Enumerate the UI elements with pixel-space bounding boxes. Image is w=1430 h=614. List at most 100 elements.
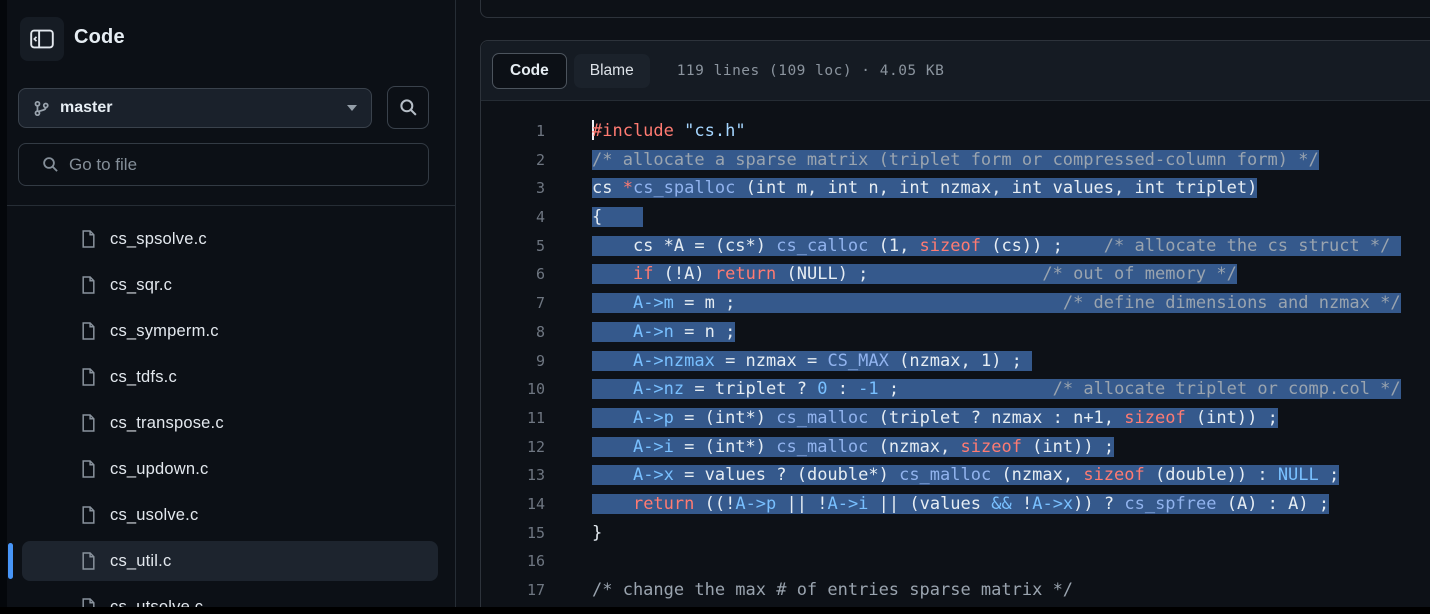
bottom-letterbox [0,607,1430,614]
go-to-file-input[interactable]: Go to file [18,143,429,186]
code-line: 5 cs *A = (cs*) cs_calloc (1, sizeof (cs… [481,232,1430,261]
left-edge-strip [0,0,7,614]
code-line-text[interactable]: A->m = m ; /* define dimensions and nzma… [545,289,1401,318]
code-line: 8 A->n = n ; [481,318,1430,347]
code-text: /* change the max # of entries sparse ma… [592,580,1073,600]
code-line-text[interactable]: } [545,519,602,548]
code-text: } [592,523,602,543]
sidebar-title: Code [74,26,125,49]
selected-code-text: A->i = (int*) cs_malloc (nzmax, sizeof (… [592,437,1114,457]
code-line-text[interactable]: cs *cs_spalloc (int m, int n, int nzmax,… [545,174,1257,203]
file-name: cs_usolve.c [110,506,198,525]
file-item[interactable]: cs_sqr.c [0,262,456,308]
file-tree: cs_spsolve.c cs_sqr.c cs_symperm.c cs_tdfs.… [0,216,456,614]
file-item[interactable]: cs_transpose.c [0,400,456,446]
code-line: 12 A->i = (int*) cs_malloc (nzmax, sizeo… [481,433,1430,462]
line-number[interactable]: 14 [481,490,545,519]
file-item[interactable]: cs_updown.c [0,446,456,492]
code-line: 13 A->x = values ? (double*) cs_malloc (… [481,461,1430,490]
file-item[interactable]: cs_usolve.c [0,492,456,538]
search-icon [42,156,59,173]
line-number[interactable]: 10 [481,375,545,404]
file-name: cs_sqr.c [110,276,172,295]
tab-code[interactable]: Code [492,53,567,89]
selected-code-text: A->nz = triplet ? 0 : -1 ; /* allocate t… [592,379,1401,399]
file-item[interactable]: cs_util.c [0,538,456,584]
code-viewer[interactable]: 1 #include "cs.h" 2 /* allocate a sparse ma… [481,101,1430,605]
line-number[interactable]: 6 [481,260,545,289]
line-number[interactable]: 8 [481,318,545,347]
selected-code-text: A->n = n ; [592,322,735,342]
line-number[interactable]: 11 [481,404,545,433]
file-icon [80,551,97,571]
selected-code-text: A->x = values ? (double*) cs_malloc (nzm… [592,465,1339,485]
code-line-text[interactable]: if (!A) return (NULL) ; /* out of memory… [545,260,1237,289]
file-item[interactable]: cs_symperm.c [0,308,456,354]
code-line-text[interactable]: A->x = values ? (double*) cs_malloc (nzm… [545,461,1339,490]
tab-blame[interactable]: Blame [574,54,650,88]
code-line-text[interactable]: A->n = n ; [545,318,735,347]
file-name: cs_transpose.c [110,414,224,433]
code-line-text[interactable]: A->i = (int*) cs_malloc (nzmax, sizeof (… [545,433,1114,462]
code-line: 15} [481,519,1430,548]
file-item[interactable]: cs_spsolve.c [0,216,456,262]
code-line: 3 cs *cs_spalloc (int m, int n, int nzmax… [481,174,1430,203]
line-number[interactable]: 12 [481,433,545,462]
sidebar-collapse-button[interactable] [20,17,64,61]
selected-code-text: A->p = (int*) cs_malloc (triplet ? nzmax… [592,408,1278,428]
line-number[interactable]: 17 [481,576,545,605]
file-icon [80,229,97,249]
code-line-text[interactable]: A->nz = triplet ? 0 : -1 ; /* allocate t… [545,375,1401,404]
code-line: 16 [481,547,1430,576]
code-line-text[interactable]: /* change the max # of entries sparse ma… [545,576,1073,605]
line-number[interactable]: 1 [481,117,545,146]
code-line-text[interactable]: return ((!A->p || !A->i || (values && !A… [545,490,1329,519]
main-content: Code Blame 119 lines (109 loc) · 4.05 KB… [457,0,1430,614]
line-number[interactable]: 13 [481,461,545,490]
code-line: 10 A->nz = triplet ? 0 : -1 ; /* allocat… [481,375,1430,404]
code-line-text[interactable]: cs *A = (cs*) cs_calloc (1, sizeof (cs))… [545,232,1401,261]
code-line-text[interactable]: #include "cs.h" [545,117,746,146]
file-icon [80,505,97,525]
commit-info-card-partial [480,0,1430,18]
line-number[interactable]: 3 [481,174,545,203]
selected-code-text: return ((!A->p || !A->i || (values && !A… [592,494,1329,514]
line-number[interactable]: 9 [481,347,545,376]
file-name: cs_tdfs.c [110,368,177,387]
file-icon [80,459,97,479]
line-number[interactable]: 16 [481,547,545,576]
go-to-file-placeholder: Go to file [69,155,137,175]
file-name: cs_spsolve.c [110,230,207,249]
panel-collapse-icon [30,29,54,49]
file-icon [80,413,97,433]
selected-code-text: cs *cs_spalloc (int m, int n, int nzmax,… [592,178,1257,198]
code-line-text[interactable]: A->nzmax = nzmax = CS_MAX (nzmax, 1) ; [545,347,1032,376]
selected-code-text: { [592,207,643,227]
code-line-text[interactable]: /* allocate a sparse matrix (triplet for… [545,146,1319,175]
file-item[interactable]: cs_tdfs.c [0,354,456,400]
file-meta: 119 lines (109 loc) · 4.05 KB [677,63,945,79]
file-name: cs_updown.c [110,460,209,479]
search-button[interactable] [387,86,429,129]
line-number[interactable]: 5 [481,232,545,261]
file-name: cs_util.c [110,552,171,571]
code-line: 9 A->nzmax = nzmax = CS_MAX (nzmax, 1) ; [481,347,1430,376]
branch-selector[interactable]: master [18,88,372,128]
search-icon [399,98,418,117]
code-line-text[interactable]: A->p = (int*) cs_malloc (triplet ? nzmax… [545,404,1278,433]
selected-code-text: /* allocate a sparse matrix (triplet for… [592,150,1319,170]
selected-code-text: A->nzmax = nzmax = CS_MAX (nzmax, 1) ; [592,351,1032,371]
code-line: 6 if (!A) return (NULL) ; /* out of memo… [481,260,1430,289]
chevron-down-icon [347,105,357,111]
file-icon [80,367,97,387]
line-number[interactable]: 2 [481,146,545,175]
file-name: cs_symperm.c [110,322,219,341]
line-number[interactable]: 7 [481,289,545,318]
line-number[interactable]: 4 [481,203,545,232]
code-line-text[interactable]: { [545,203,643,232]
code-text: #include "cs.h" [592,121,746,141]
selected-code-text: A->m = m ; /* define dimensions and nzma… [592,293,1401,313]
file-icon [80,321,97,341]
code-line-text[interactable] [545,547,592,576]
line-number[interactable]: 15 [481,519,545,548]
